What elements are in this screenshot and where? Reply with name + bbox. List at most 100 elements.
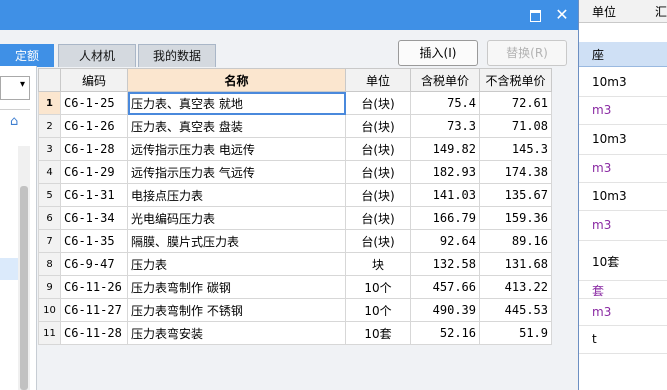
row-number[interactable]: 8 — [38, 252, 61, 276]
house-icon[interactable]: ⌂ — [10, 114, 26, 130]
cell-tax-price[interactable]: 52.16 — [410, 321, 480, 345]
column-header-tax-price[interactable]: 含税单价 — [410, 68, 480, 92]
background-selected-row[interactable]: 座 — [570, 42, 667, 67]
cell-notax-price[interactable]: 72.61 — [479, 91, 552, 115]
cell-unit[interactable]: 10个 — [345, 298, 411, 322]
table-row[interactable]: 4 C6-1-29 远传指示压力表 气远传 台(块) 182.93 174.38 — [38, 160, 552, 184]
cell-code[interactable]: C6-1-31 — [60, 183, 128, 207]
row-number[interactable]: 9 — [38, 275, 61, 299]
tree-selected-item[interactable] — [0, 258, 18, 280]
cell-name[interactable]: 远传指示压力表 电远传 — [127, 137, 346, 161]
category-dropdown[interactable]: ▾ — [0, 76, 30, 100]
cell-tax-price[interactable]: 457.66 — [410, 275, 480, 299]
row-number[interactable]: 11 — [38, 321, 61, 345]
table-row[interactable]: 1 C6-1-25 压力表、真空表 就地 台(块) 75.4 72.61 — [38, 91, 552, 115]
row-number[interactable]: 2 — [38, 114, 61, 138]
row-number[interactable]: 10 — [38, 298, 61, 322]
row-number[interactable]: 1 — [38, 91, 61, 115]
background-row[interactable]: 套 — [570, 280, 667, 299]
cell-tax-price[interactable]: 132.58 — [410, 252, 480, 276]
cell-tax-price[interactable]: 73.3 — [410, 114, 480, 138]
cell-code[interactable]: C6-11-27 — [60, 298, 128, 322]
cell-notax-price[interactable]: 445.53 — [479, 298, 552, 322]
background-row[interactable]: m3 — [570, 154, 667, 183]
cell-unit[interactable]: 台(块) — [345, 229, 411, 253]
row-number[interactable]: 5 — [38, 183, 61, 207]
cell-unit[interactable]: 台(块) — [345, 160, 411, 184]
cell-unit[interactable]: 块 — [345, 252, 411, 276]
cell-code[interactable]: C6-1-34 — [60, 206, 128, 230]
table-row[interactable]: 11 C6-11-28 压力表弯安装 10套 52.16 51.9 — [38, 321, 552, 345]
cell-code[interactable]: C6-11-28 — [60, 321, 128, 345]
cell-name[interactable]: 压力表弯制作 不锈钢 — [127, 298, 346, 322]
background-row[interactable]: 10m3 — [570, 124, 667, 155]
table-row[interactable]: 6 C6-1-34 光电编码压力表 台(块) 166.79 159.36 — [38, 206, 552, 230]
cell-code[interactable]: C6-1-29 — [60, 160, 128, 184]
tab-my-data[interactable]: 我的数据 — [138, 44, 216, 67]
cell-tax-price[interactable]: 490.39 — [410, 298, 480, 322]
tab-quota[interactable]: 定额 — [0, 44, 54, 67]
row-number[interactable]: 4 — [38, 160, 61, 184]
cell-tax-price[interactable]: 92.64 — [410, 229, 480, 253]
cell-name[interactable]: 压力表 — [127, 252, 346, 276]
cell-code[interactable]: C6-1-25 — [60, 91, 128, 115]
left-scrollbar-thumb[interactable] — [20, 186, 28, 390]
column-header-unit[interactable]: 单位 — [345, 68, 411, 92]
left-scrollbar[interactable] — [18, 146, 30, 390]
table-row[interactable]: 5 C6-1-31 电接点压力表 台(块) 141.03 135.67 — [38, 183, 552, 207]
cell-notax-price[interactable]: 145.3 — [479, 137, 552, 161]
row-number[interactable]: 3 — [38, 137, 61, 161]
cell-notax-price[interactable]: 159.36 — [479, 206, 552, 230]
dialog-titlebar[interactable]: ✕ — [0, 0, 578, 30]
cell-code[interactable]: C6-1-28 — [60, 137, 128, 161]
table-row[interactable]: 2 C6-1-26 压力表、真空表 盘装 台(块) 73.3 71.08 — [38, 114, 552, 138]
cell-unit[interactable]: 台(块) — [345, 183, 411, 207]
background-row[interactable]: m3 — [570, 210, 667, 241]
tab-labor-material-machine[interactable]: 人材机 — [58, 44, 136, 67]
insert-button[interactable]: 插入(I) — [398, 40, 478, 66]
cell-tax-price[interactable]: 141.03 — [410, 183, 480, 207]
cell-unit[interactable]: 台(块) — [345, 206, 411, 230]
column-header-notax-price[interactable]: 不含税单价 — [479, 68, 552, 92]
column-header-code[interactable]: 编码 — [60, 68, 128, 92]
cell-name[interactable]: 压力表、真空表 盘装 — [127, 114, 346, 138]
cell-code[interactable]: C6-9-47 — [60, 252, 128, 276]
background-row[interactable]: 10套 — [570, 240, 667, 281]
maximize-icon[interactable] — [528, 8, 542, 22]
cell-name[interactable]: 电接点压力表 — [127, 183, 346, 207]
cell-code[interactable]: C6-1-35 — [60, 229, 128, 253]
cell-notax-price[interactable]: 131.68 — [479, 252, 552, 276]
cell-unit[interactable]: 台(块) — [345, 114, 411, 138]
cell-name[interactable]: 压力表弯制作 碳钢 — [127, 275, 346, 299]
column-header-name[interactable]: 名称 — [127, 68, 346, 92]
table-row[interactable]: 3 C6-1-28 远传指示压力表 电远传 台(块) 149.82 145.3 — [38, 137, 552, 161]
background-row[interactable]: m3 — [570, 96, 667, 125]
cell-code[interactable]: C6-1-26 — [60, 114, 128, 138]
cell-notax-price[interactable]: 413.22 — [479, 275, 552, 299]
background-row[interactable]: 10m3 — [570, 182, 667, 211]
row-number[interactable]: 6 — [38, 206, 61, 230]
table-row[interactable]: 8 C6-9-47 压力表块 132.58 131.68 — [38, 252, 552, 276]
cell-code[interactable]: C6-11-26 — [60, 275, 128, 299]
table-row[interactable]: 10 C6-11-27 压力表弯制作 不锈钢 10个 490.39 445.53 — [38, 298, 552, 322]
cell-unit[interactable]: 台(块) — [345, 137, 411, 161]
cell-unit[interactable]: 10套 — [345, 321, 411, 345]
cell-name[interactable]: 压力表弯安装 — [127, 321, 346, 345]
cell-notax-price[interactable]: 135.67 — [479, 183, 552, 207]
cell-unit[interactable]: 10个 — [345, 275, 411, 299]
cell-notax-price[interactable]: 174.38 — [479, 160, 552, 184]
background-row[interactable]: m3 — [570, 298, 667, 326]
cell-unit[interactable]: 台(块) — [345, 91, 411, 115]
row-number[interactable]: 7 — [38, 229, 61, 253]
cell-name[interactable]: 隔膜、膜片式压力表 — [127, 229, 346, 253]
background-row[interactable]: 10m3 — [570, 67, 667, 97]
cell-tax-price[interactable]: 166.79 — [410, 206, 480, 230]
table-row[interactable]: 9 C6-11-26 压力表弯制作 碳钢 10个 457.66 413.22 — [38, 275, 552, 299]
cell-tax-price[interactable]: 182.93 — [410, 160, 480, 184]
close-icon[interactable]: ✕ — [554, 6, 570, 24]
cell-name[interactable]: 光电编码压力表 — [127, 206, 346, 230]
cell-name[interactable]: 压力表、真空表 就地 — [127, 91, 346, 115]
cell-tax-price[interactable]: 149.82 — [410, 137, 480, 161]
cell-notax-price[interactable]: 71.08 — [479, 114, 552, 138]
table-row[interactable]: 7 C6-1-35 隔膜、膜片式压力表 台(块) 92.64 89.16 — [38, 229, 552, 253]
